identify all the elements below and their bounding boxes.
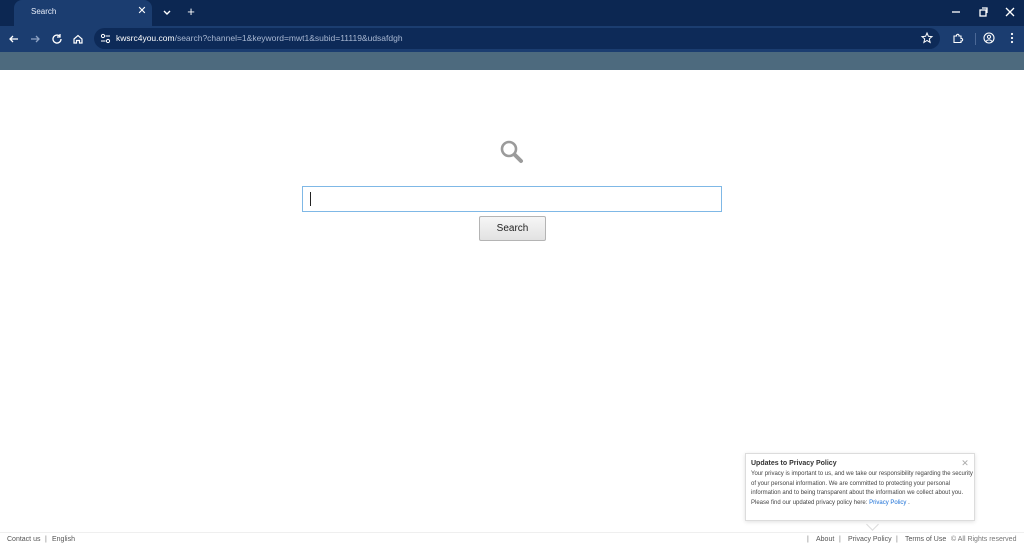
toolbar-divider: [975, 33, 976, 45]
tab-title: Search: [31, 7, 57, 16]
footer-divider: [0, 532, 1024, 533]
url-path: /search?channel=1&keyword=mwt1&subid=111…: [174, 33, 403, 43]
footer-separator: |: [807, 536, 809, 543]
popup-title: Updates to Privacy Policy: [751, 460, 837, 467]
popup-body: Your privacy is important to us, and we …: [751, 470, 973, 508]
close-icon[interactable]: ✕: [960, 458, 970, 468]
copyright-text: © All Rights reserved: [951, 536, 1017, 543]
popup-body-end: .: [908, 499, 910, 506]
home-icon[interactable]: [71, 32, 85, 46]
language-link[interactable]: English: [52, 536, 75, 543]
popup-body-text: Your privacy is important to us, and we …: [751, 471, 973, 506]
plus-icon[interactable]: +: [184, 3, 198, 21]
url-host: kwsrc4you.com: [116, 33, 175, 43]
about-link[interactable]: About: [816, 536, 834, 543]
footer-separator: |: [45, 536, 47, 543]
tune-icon[interactable]: [99, 32, 112, 45]
arrow-left-icon[interactable]: [7, 32, 21, 46]
text-caret: [310, 192, 311, 206]
address-bar[interactable]: kwsrc4you.com/search?channel=1&keyword=m…: [94, 28, 940, 49]
star-icon[interactable]: [920, 31, 934, 45]
browser-tab[interactable]: Search ✕: [14, 0, 152, 26]
search-button[interactable]: Search: [479, 216, 546, 241]
close-icon[interactable]: ✕: [135, 4, 149, 18]
footer-separator: |: [839, 536, 841, 543]
url-text[interactable]: kwsrc4you.com/search?channel=1&keyword=m…: [116, 33, 403, 43]
page-header-banner: [0, 52, 1024, 70]
privacy-policy-footer-link[interactable]: Privacy Policy: [848, 536, 892, 543]
close-window-icon[interactable]: [1002, 4, 1018, 20]
kebab-menu-icon[interactable]: [1005, 31, 1019, 45]
magnifier-icon: [500, 140, 523, 163]
arrow-right-icon[interactable]: [28, 32, 42, 46]
restore-icon[interactable]: [975, 4, 991, 20]
privacy-popup: Updates to Privacy Policy ✕ Your privacy…: [745, 453, 975, 521]
profile-icon[interactable]: [982, 31, 996, 45]
tab-strip: Search ✕ +: [0, 0, 1024, 26]
contact-us-link[interactable]: Contact us: [7, 536, 40, 543]
minimize-icon[interactable]: [948, 4, 964, 20]
footer-separator: |: [896, 536, 898, 543]
chevron-down-icon[interactable]: [160, 5, 174, 19]
privacy-policy-link[interactable]: Privacy Policy: [869, 500, 906, 506]
puzzle-icon[interactable]: [951, 31, 965, 45]
reload-icon[interactable]: [50, 32, 64, 46]
terms-of-use-link[interactable]: Terms of Use: [905, 536, 946, 543]
search-input[interactable]: [302, 186, 722, 212]
